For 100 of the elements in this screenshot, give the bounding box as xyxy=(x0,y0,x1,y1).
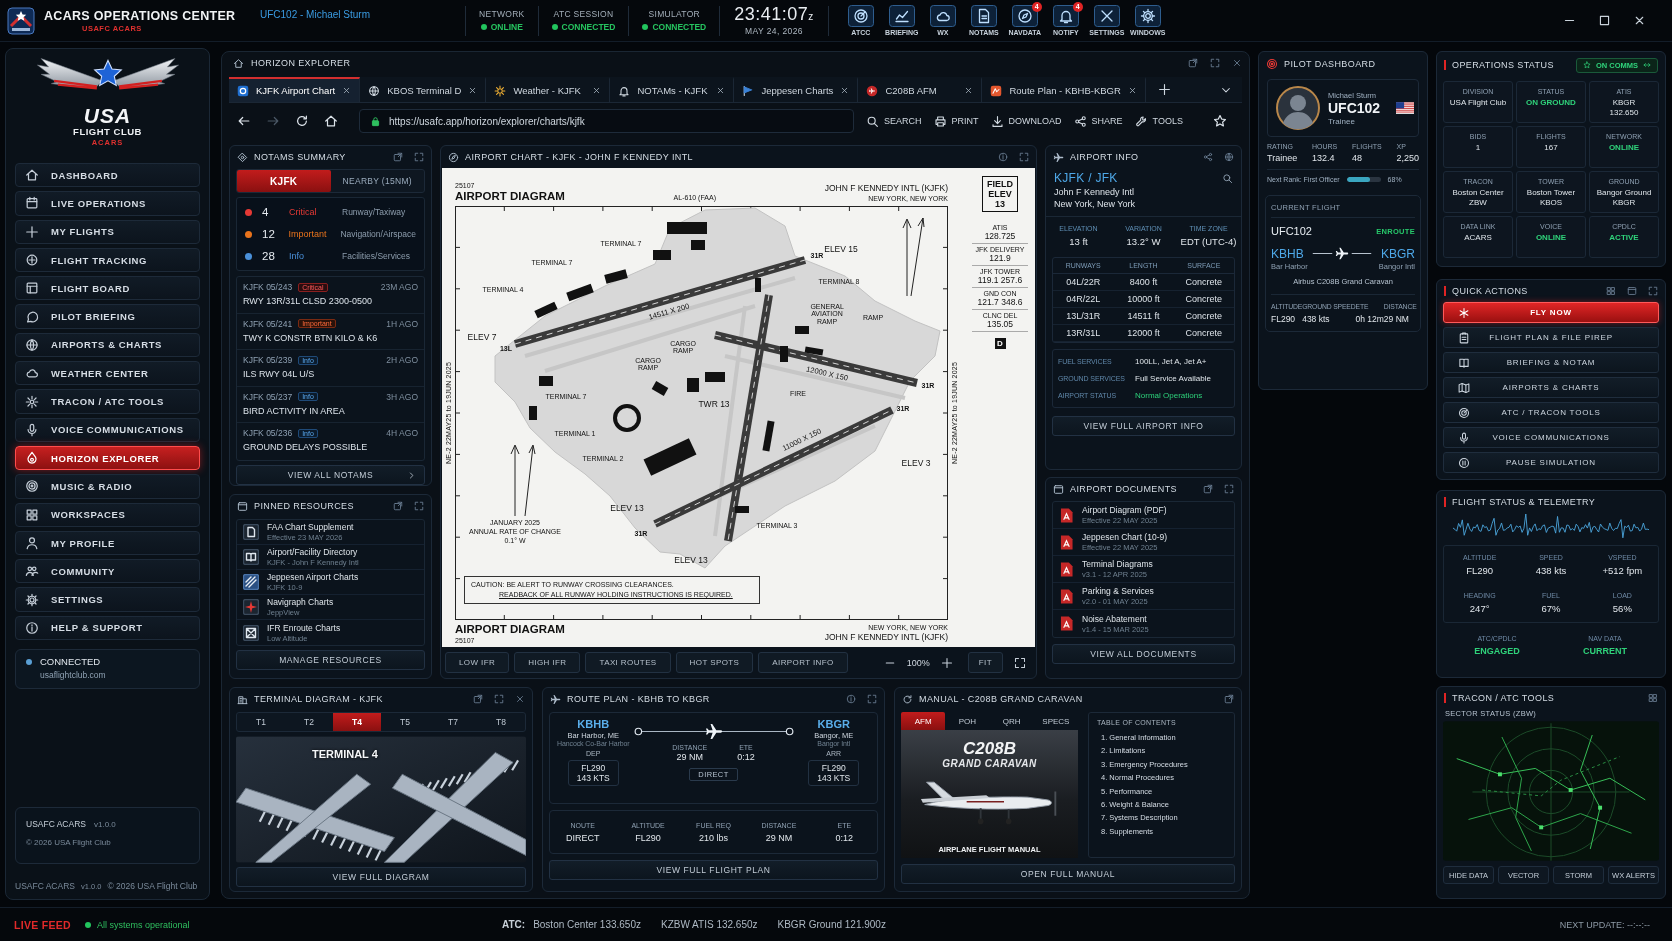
layer-button[interactable]: AIRPORT INFO xyxy=(758,652,848,673)
quick-action-button[interactable]: FLIGHT PLAN & FILE PIREP xyxy=(1443,327,1659,348)
sidebar-item[interactable]: HELP & SUPPORT xyxy=(15,615,200,641)
browser-tab[interactable]: NOTAMs - KJFK xyxy=(610,77,735,102)
sidebar-item[interactable]: MY PROFILE xyxy=(15,530,200,556)
sidebar-item[interactable]: COMMUNITY xyxy=(15,559,200,584)
fit-button[interactable]: FIT xyxy=(967,652,1003,673)
sidebar-item[interactable]: VOICE COMMUNICATIONS xyxy=(15,417,200,442)
manual-tab[interactable]: AFM xyxy=(901,712,946,730)
sidebar-item[interactable]: FLIGHT TRACKING xyxy=(15,247,200,273)
layer-button[interactable]: TAXI ROUTES xyxy=(585,652,671,673)
globe-icon[interactable] xyxy=(1224,152,1234,162)
terminal-tab[interactable]: T5 xyxy=(381,713,429,731)
quick-action-button[interactable]: BRIEFING & NOTAM xyxy=(1443,352,1659,373)
info-icon[interactable] xyxy=(846,694,856,704)
star-icon[interactable] xyxy=(1213,114,1227,128)
toolbar-action[interactable]: TOOLS xyxy=(1134,114,1183,128)
expand-icon[interactable] xyxy=(1648,286,1658,296)
browser-tab[interactable]: KJFK Airport Chart xyxy=(229,77,361,102)
popout-icon[interactable] xyxy=(1188,58,1198,68)
close-icon[interactable] xyxy=(342,86,352,95)
manage-resources-button[interactable]: MANAGE RESOURCES xyxy=(236,650,425,670)
sidebar-item[interactable]: MUSIC & RADIO xyxy=(15,474,200,499)
quick-action-button[interactable]: AIRPORTS & CHARTS xyxy=(1443,377,1659,398)
close-icon[interactable] xyxy=(592,86,602,95)
sidebar-item[interactable]: LIVE OPERATIONS xyxy=(15,191,200,216)
terminal-tab[interactable]: T4 xyxy=(333,713,381,731)
window-icon[interactable] xyxy=(1627,286,1637,296)
manual-tab[interactable]: POH xyxy=(945,712,990,730)
filter-tab[interactable]: KJFK xyxy=(237,170,331,192)
sidebar-item[interactable]: MY FLIGHTS xyxy=(15,219,200,244)
sidebar-item[interactable]: PILOT BRIEFING xyxy=(15,304,200,329)
grid-icon[interactable] xyxy=(1648,693,1658,703)
view-documents-button[interactable]: VIEW ALL DOCUMENTS xyxy=(1052,644,1235,664)
fullscreen-icon[interactable] xyxy=(1014,656,1026,669)
quick-action-button[interactable]: VOICE COMMUNICATIONS xyxy=(1443,427,1659,448)
manual-tab[interactable]: QRH xyxy=(989,712,1034,730)
info-icon[interactable] xyxy=(998,152,1008,162)
plus-icon[interactable] xyxy=(940,656,953,669)
sidebar-item[interactable]: DASHBOARD xyxy=(15,163,200,188)
close-icon[interactable] xyxy=(1633,14,1646,27)
close-icon[interactable] xyxy=(964,86,974,95)
browser-tab[interactable]: Weather - KJFK xyxy=(486,77,611,102)
terminal-tab[interactable]: T1 xyxy=(237,713,285,731)
expand-icon[interactable] xyxy=(1210,58,1220,68)
sidebar-item[interactable]: WEATHER CENTER xyxy=(15,361,200,386)
layer-button[interactable]: HOT SPOTS xyxy=(675,652,754,673)
view-diagram-button[interactable]: VIEW FULL DIAGRAM xyxy=(236,867,526,887)
browser-tab[interactable]: KBOS Terminal D xyxy=(360,77,487,102)
back-arrow-icon[interactable] xyxy=(237,114,251,128)
layer-button[interactable]: HIGH IFR xyxy=(514,652,581,673)
sidebar-item[interactable]: AIRPORTS & CHARTS xyxy=(15,332,200,358)
expand-icon[interactable] xyxy=(1019,152,1029,162)
layer-button[interactable]: LOW IFR xyxy=(445,652,510,673)
popout-icon[interactable] xyxy=(473,694,483,704)
toolbar-action[interactable]: DOWNLOAD xyxy=(990,114,1062,128)
expand-icon[interactable] xyxy=(1224,484,1234,494)
browser-tab[interactable]: Route Plan - KBHB-KBGR xyxy=(982,77,1146,102)
airport-info-button[interactable]: VIEW FULL AIRPORT INFO xyxy=(1052,416,1235,436)
terminal-tab[interactable]: T2 xyxy=(285,713,333,731)
toolbar-action[interactable]: SEARCH xyxy=(866,114,922,128)
toolbar-action[interactable]: PRINT xyxy=(933,114,979,128)
sidebar-item[interactable]: WORKSPACES xyxy=(15,502,200,527)
view-flight-plan-button[interactable]: VIEW FULL FLIGHT PLAN xyxy=(549,860,878,880)
quick-action-button[interactable]: FLY NOW xyxy=(1443,302,1659,323)
close-icon[interactable] xyxy=(716,86,726,95)
expand-icon[interactable] xyxy=(494,694,504,704)
home-icon[interactable] xyxy=(324,114,338,128)
popout-icon[interactable] xyxy=(1224,694,1234,704)
sidebar-item[interactable]: HORIZON EXPLORER xyxy=(15,445,200,471)
browser-tab[interactable]: C208B AFM xyxy=(858,77,983,102)
quick-action-button[interactable]: ATC / TRACON TOOLS xyxy=(1443,402,1659,423)
expand-icon[interactable] xyxy=(414,501,424,511)
address-field[interactable]: https://usafc.app/horizon/explorer/charts/kjfk xyxy=(359,109,854,133)
popout-icon[interactable] xyxy=(1203,484,1213,494)
toolbar-action[interactable]: SHARE xyxy=(1073,114,1123,128)
popout-icon[interactable] xyxy=(393,501,403,511)
share-icon[interactable] xyxy=(1203,152,1213,162)
plus-icon[interactable] xyxy=(1157,83,1171,96)
popout-icon[interactable] xyxy=(393,152,403,162)
maximize-icon[interactable] xyxy=(1598,14,1611,27)
filter-tab[interactable]: NEARBY (15NM) xyxy=(330,170,424,192)
close-icon[interactable] xyxy=(1127,86,1137,95)
sidebar-item[interactable]: FLIGHT BOARD xyxy=(15,276,200,301)
grid-icon[interactable] xyxy=(1606,286,1616,296)
quick-action-button[interactable]: PAUSE SIMULATION xyxy=(1443,452,1659,473)
browser-tab[interactable]: Jeppesen Charts xyxy=(734,77,859,102)
open-manual-button[interactable]: OPEN FULL MANUAL xyxy=(901,864,1235,884)
expand-icon[interactable] xyxy=(414,152,424,162)
manual-tab[interactable]: SPECS xyxy=(1033,712,1078,730)
search-icon[interactable] xyxy=(1222,173,1233,184)
close-icon[interactable] xyxy=(468,86,478,95)
terminal-tab[interactable]: T7 xyxy=(429,713,477,731)
reload-icon[interactable] xyxy=(295,114,309,128)
close-icon[interactable] xyxy=(840,86,850,95)
sidebar-item[interactable]: TRACON / ATC TOOLS xyxy=(15,389,200,414)
expand-icon[interactable] xyxy=(867,694,877,704)
sidebar-item[interactable]: SETTINGS xyxy=(15,587,200,612)
terminal-tab[interactable]: T8 xyxy=(477,713,525,731)
view-all-button[interactable]: VIEW ALL NOTAMS xyxy=(236,464,425,485)
